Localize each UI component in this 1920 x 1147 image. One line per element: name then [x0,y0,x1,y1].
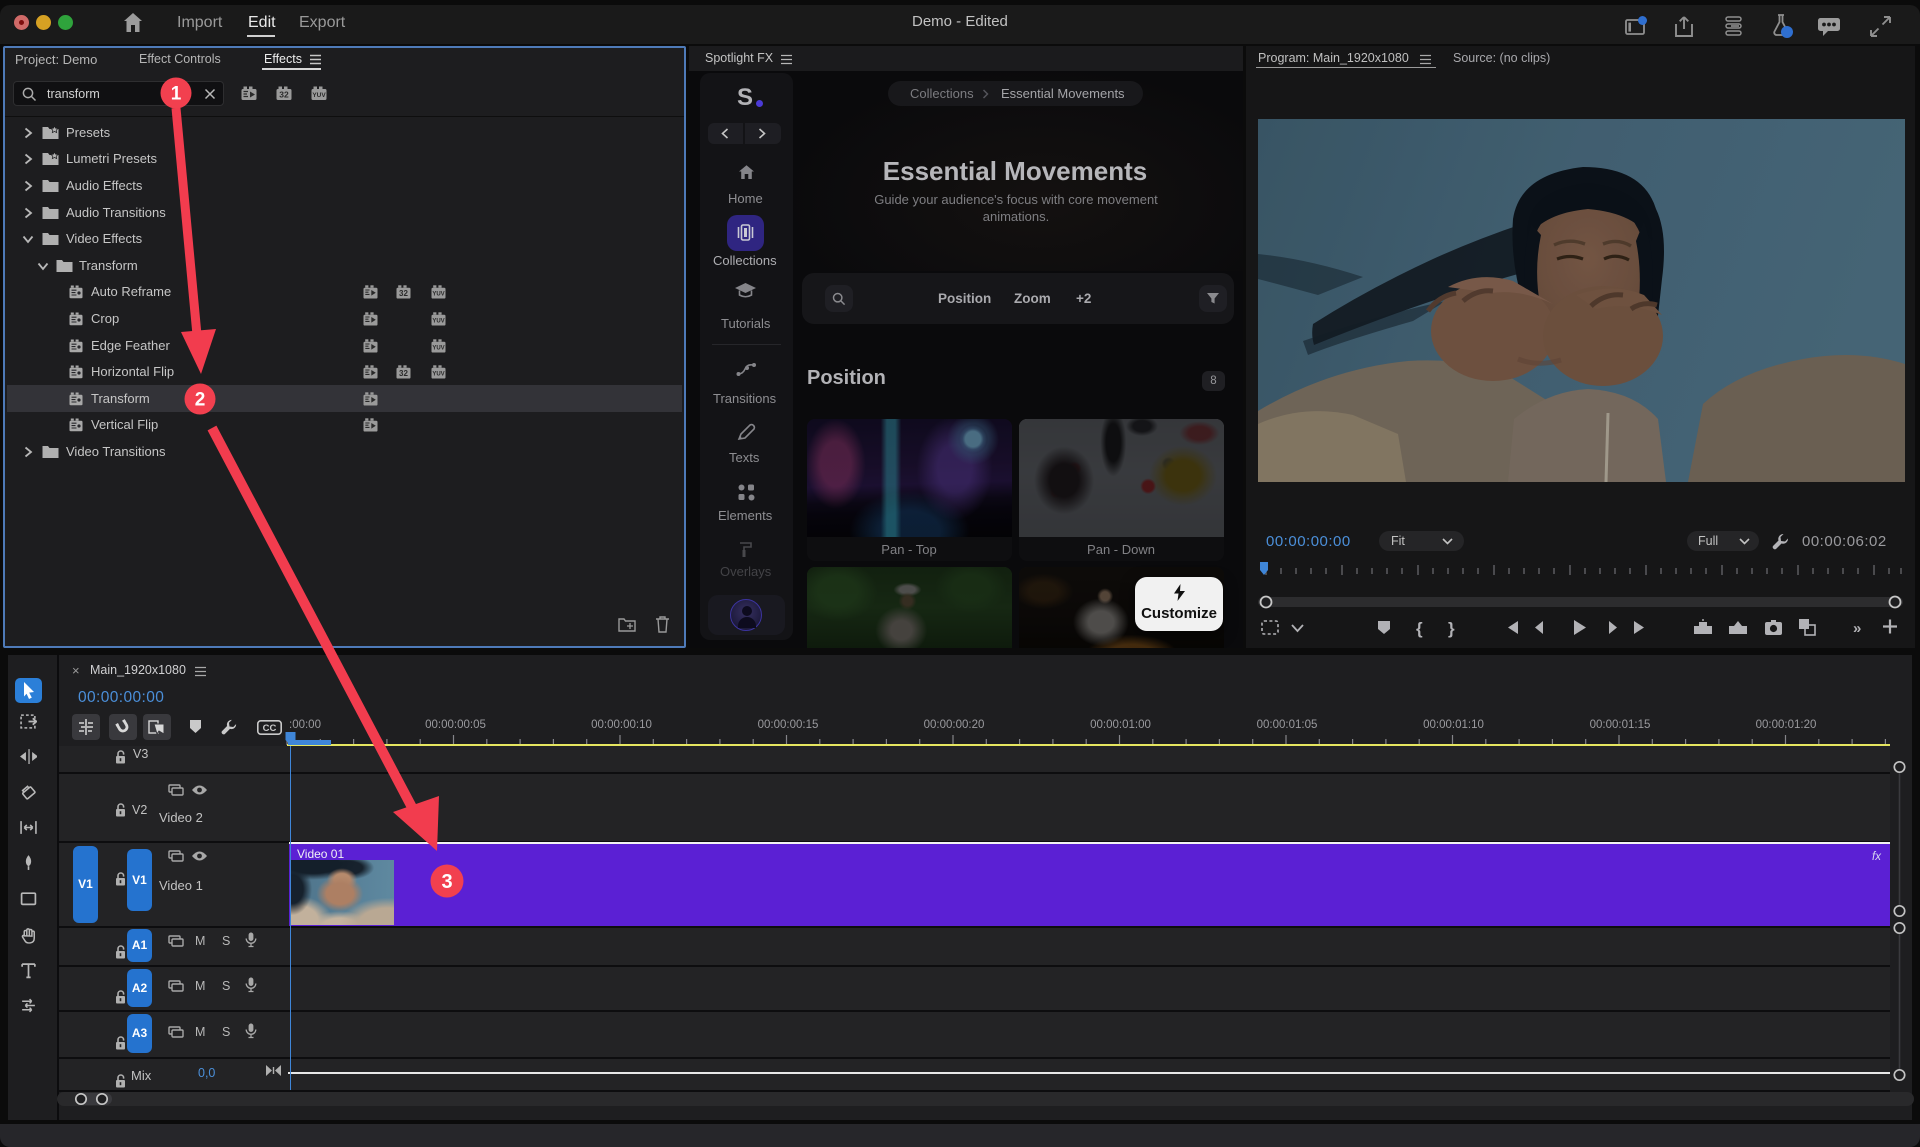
svg-text:3: 3 [441,871,452,893]
svg-text:2: 2 [195,390,206,411]
svg-text:1: 1 [171,84,182,105]
